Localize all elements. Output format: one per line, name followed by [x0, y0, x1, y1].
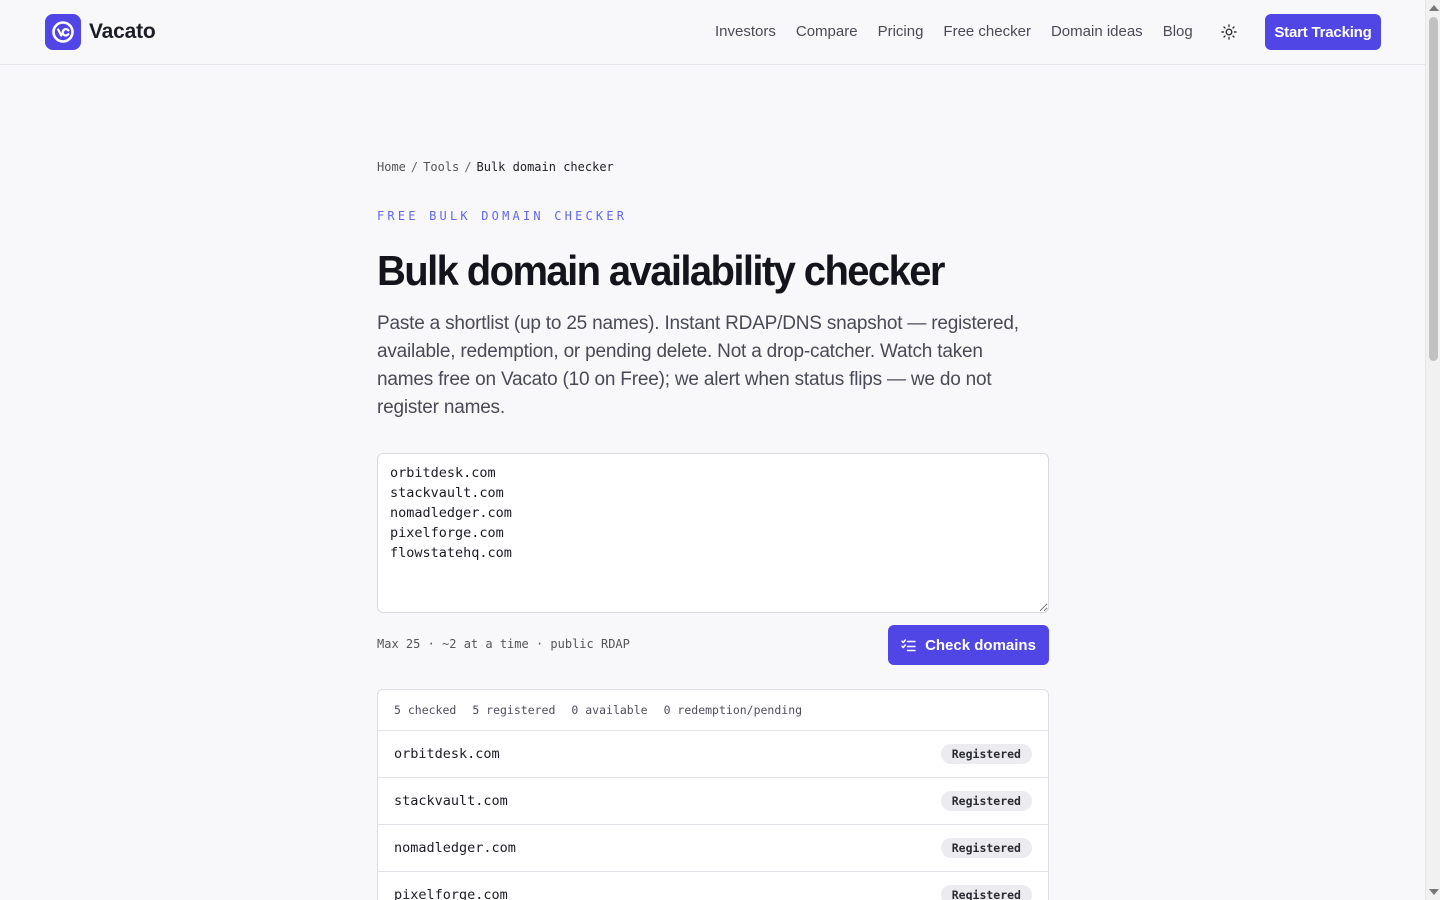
page-scrollbar[interactable]: [1425, 0, 1440, 900]
result-domain: pixelforge.com: [394, 887, 508, 900]
breadcrumb-separator: /: [464, 160, 472, 174]
check-domains-label: Check domains: [925, 636, 1036, 654]
checked-count: 5 checked: [394, 703, 457, 717]
nav-pricing[interactable]: Pricing: [878, 22, 924, 42]
eyebrow-label: FREE BULK DOMAIN CHECKER: [377, 209, 628, 223]
results-panel: 5 checked 5 registered 0 available 0 red…: [377, 689, 1049, 900]
sun-icon: [1221, 24, 1237, 40]
status-badge: Registered: [940, 885, 1032, 900]
result-row: stackvault.com Registered: [378, 778, 1048, 825]
top-navbar: Vacato Investors Compare Pricing Free ch…: [0, 0, 1425, 65]
result-row: nomadledger.com Registered: [378, 825, 1048, 872]
result-row: orbitdesk.com Registered: [378, 731, 1048, 778]
limit-hint: Max 25 · ~2 at a time · public RDAP: [377, 637, 630, 651]
nav-domain-ideas[interactable]: Domain ideas: [1051, 22, 1143, 42]
scroll-down-arrow-icon[interactable]: [1429, 889, 1439, 895]
scrollbar-thumb[interactable]: [1429, 17, 1438, 361]
breadcrumb: Home / Tools / Bulk domain checker: [377, 160, 614, 174]
status-badge: Registered: [940, 791, 1032, 811]
start-tracking-button[interactable]: Start Tracking: [1265, 14, 1381, 50]
registered-count: 5 registered: [472, 703, 556, 717]
result-domain: stackvault.com: [394, 793, 508, 809]
nav-compare[interactable]: Compare: [796, 22, 858, 42]
pending-count: 0 redemption/pending: [663, 703, 803, 717]
theme-toggle-button[interactable]: [1219, 22, 1239, 42]
brand-name: Vacato: [89, 20, 156, 43]
vacato-logo-icon: [45, 14, 81, 50]
status-badge: Registered: [940, 838, 1032, 858]
nav-investors[interactable]: Investors: [715, 22, 776, 42]
main-nav: Investors Compare Pricing Free checker D…: [715, 22, 1193, 42]
breadcrumb-tools[interactable]: Tools: [423, 160, 459, 174]
breadcrumb-separator: /: [410, 160, 419, 174]
nav-blog[interactable]: Blog: [1163, 22, 1193, 42]
check-domains-button[interactable]: Check domains: [888, 625, 1049, 665]
result-domain: orbitdesk.com: [394, 746, 500, 762]
results-summary: 5 checked 5 registered 0 available 0 red…: [378, 690, 1048, 731]
page-description: Paste a shortlist (up to 25 names). Inst…: [377, 313, 1019, 418]
domains-textarea[interactable]: [377, 453, 1049, 613]
breadcrumb-home[interactable]: Home: [377, 160, 406, 174]
result-domain: nomadledger.com: [394, 840, 516, 856]
nav-free-checker[interactable]: Free checker: [943, 22, 1031, 42]
available-count: 0 available: [571, 703, 648, 717]
scroll-up-arrow-icon[interactable]: [1429, 5, 1439, 11]
status-badge: Registered: [940, 744, 1032, 764]
page-title: Bulk domain availability checker: [377, 248, 945, 295]
checklist-icon: [901, 638, 916, 651]
breadcrumb-current: Bulk domain checker: [476, 160, 614, 174]
result-row: pixelforge.com Registered: [378, 872, 1048, 900]
brand-link[interactable]: Vacato: [45, 14, 156, 50]
